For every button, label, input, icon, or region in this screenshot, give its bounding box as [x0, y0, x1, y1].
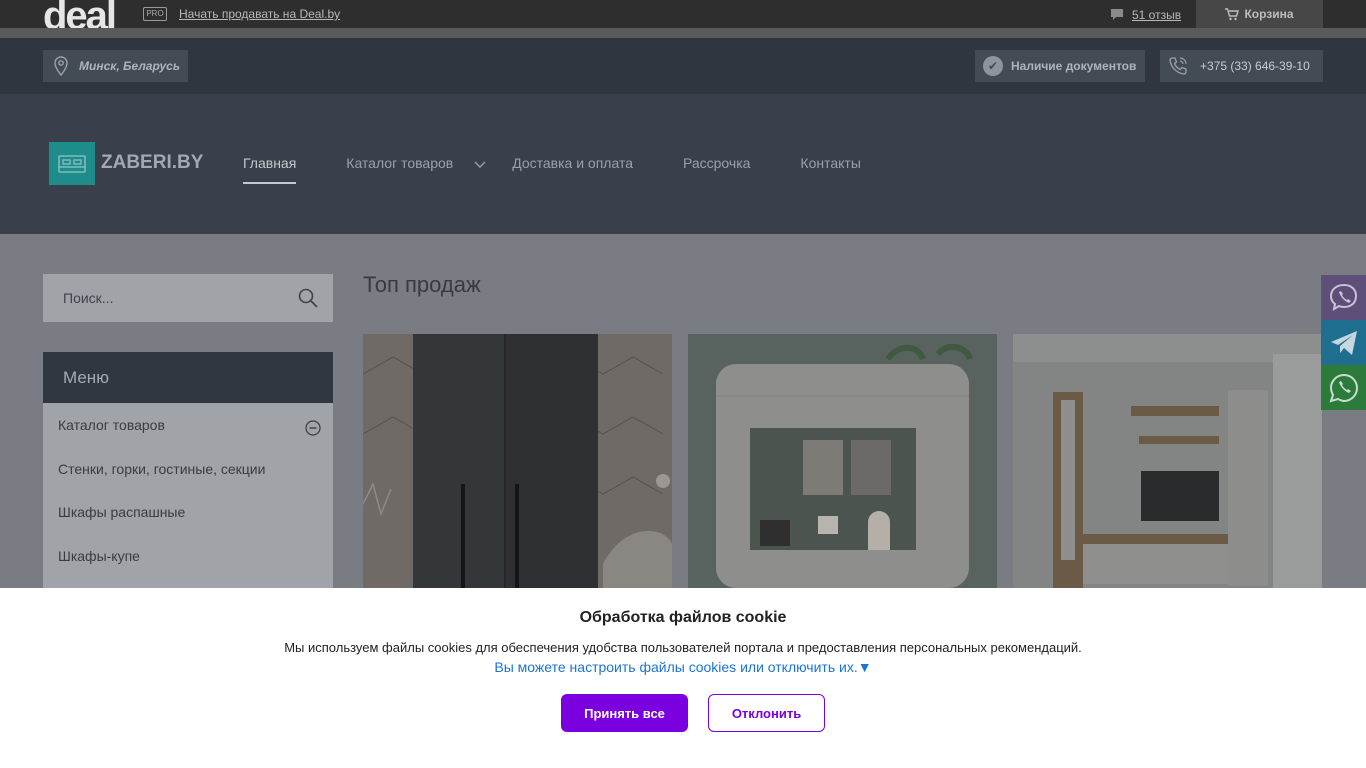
site-header: ZABERI.BY Главная Каталог товаров Достав…	[0, 94, 1366, 234]
phone-button[interactable]: +375 (33) 646-39-10	[1160, 50, 1323, 82]
search-box	[43, 274, 333, 322]
info-bar: Минск, Беларусь ✔ Наличие документов +37…	[0, 38, 1366, 94]
search-icon[interactable]	[297, 287, 319, 309]
reviews-link[interactable]: 51 отзыв	[1110, 6, 1181, 24]
search-input[interactable]	[43, 274, 293, 322]
nav-contacts[interactable]: Контакты	[800, 155, 860, 171]
telegram-button[interactable]	[1321, 320, 1366, 365]
viber-button[interactable]	[1321, 275, 1366, 320]
phone-icon	[1169, 57, 1187, 75]
pro-badge: PRO	[143, 7, 167, 21]
comment-icon	[1111, 9, 1123, 20]
accept-all-button[interactable]: Принять все	[561, 694, 688, 732]
main-nav: Главная Каталог товаров Доставка и оплат…	[243, 155, 911, 184]
menu-item-wardrobes[interactable]: Шкафы распашные	[58, 504, 185, 520]
cookie-settings-link[interactable]: Вы можете настроить файлы cookies или от…	[0, 659, 1366, 675]
product-card[interactable]	[688, 334, 997, 588]
menu-item-sliding-wardrobes[interactable]: Шкафы-купе	[58, 548, 140, 564]
cookie-title: Обработка файлов cookie	[579, 609, 787, 626]
menu-title: Меню	[43, 352, 333, 403]
product-card[interactable]	[1013, 334, 1322, 588]
viber-icon	[1329, 283, 1357, 311]
city-selector[interactable]: Минск, Беларусь	[43, 50, 188, 82]
nav-delivery[interactable]: Доставка и оплата	[512, 155, 633, 171]
menu-item-catalog[interactable]: Каталог товаров	[58, 417, 165, 433]
deal-top-bar: deal PRO Начать продавать на Deal.by 51 …	[0, 0, 1366, 38]
product-image	[1013, 334, 1322, 588]
product-card[interactable]	[363, 334, 672, 588]
sidebar-menu: Каталог товаров Стенки, горки, гостиные,…	[43, 403, 333, 588]
cookie-text: Мы используем файлы cookies для обеспече…	[284, 640, 1082, 655]
nav-catalog[interactable]: Каталог товаров	[346, 155, 453, 171]
nav-installments[interactable]: Рассрочка	[683, 155, 750, 171]
menu-item-walls[interactable]: Стенки, горки, гостиные, секции	[58, 461, 265, 477]
cookie-banner: Обработка файлов cookie Мы используем фа…	[0, 588, 1366, 768]
location-pin-icon	[54, 56, 68, 76]
cart-label: Корзина	[1244, 7, 1294, 21]
cart-button[interactable]: Корзина	[1196, 0, 1323, 28]
cart-icon	[1225, 7, 1240, 20]
city-label: Минск, Беларусь	[79, 59, 180, 73]
check-badge-icon: ✔	[983, 56, 1003, 76]
collapse-minus-icon[interactable]	[305, 420, 321, 436]
decline-button[interactable]: Отклонить	[708, 694, 825, 732]
start-selling-link[interactable]: Начать продавать на Deal.by	[179, 7, 340, 21]
site-logo-text[interactable]: ZABERI.BY	[101, 152, 203, 174]
nav-home[interactable]: Главная	[243, 155, 297, 184]
product-image	[363, 334, 672, 588]
chevron-down-icon[interactable]	[474, 161, 486, 169]
whatsapp-button[interactable]	[1321, 365, 1366, 410]
whatsapp-icon	[1328, 373, 1358, 402]
telegram-icon	[1330, 330, 1357, 355]
section-title: Топ продаж	[363, 272, 481, 297]
phone-number: +375 (33) 646-39-10	[1200, 59, 1310, 73]
divider-strip	[0, 28, 1366, 38]
reviews-label: 51 отзыв	[1132, 8, 1182, 22]
bed-logo-icon[interactable]	[49, 142, 95, 185]
documents-label: Наличие документов	[1011, 59, 1137, 73]
documents-badge[interactable]: ✔ Наличие документов	[975, 50, 1145, 82]
product-image	[688, 334, 997, 588]
